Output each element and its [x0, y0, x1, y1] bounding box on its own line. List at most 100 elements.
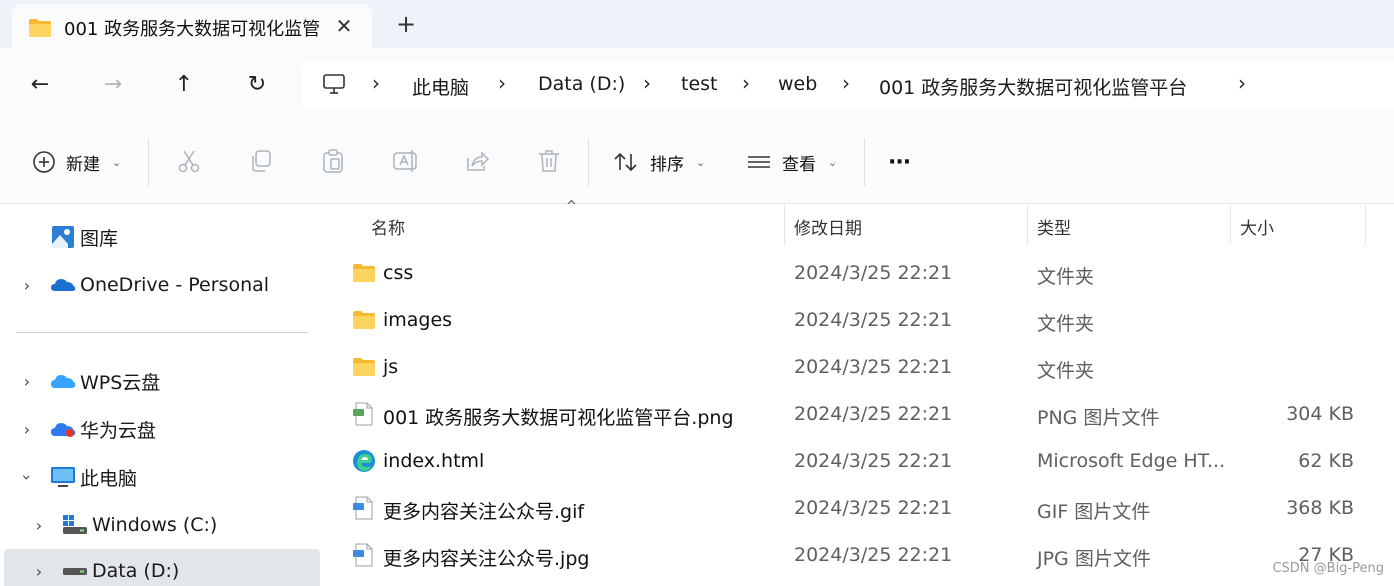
- file-name: js: [383, 356, 399, 378]
- chevron-right-icon[interactable]: ›: [643, 71, 651, 95]
- column-divider[interactable]: [1027, 205, 1028, 245]
- command-bar: 新建 ⌄ 排序 ⌄ 查看 ⌄ ···: [0, 120, 1394, 204]
- chevron-right-icon[interactable]: ›: [20, 420, 34, 439]
- sidebar-item-this-pc[interactable]: › 此电脑: [4, 455, 320, 499]
- sort-icon: [614, 152, 637, 172]
- chevron-right-icon[interactable]: ›: [20, 372, 34, 391]
- chevron-right-icon[interactable]: ›: [842, 71, 850, 95]
- divider: [588, 138, 589, 186]
- sort-label: 排序: [650, 154, 684, 175]
- chevron-right-icon[interactable]: ›: [1238, 71, 1246, 95]
- chevron-down-icon: ⌄: [696, 155, 706, 169]
- sidebar-divider: [16, 332, 308, 333]
- breadcrumb-item[interactable]: test: [681, 73, 718, 95]
- file-modified: 2024/3/25 22:21: [794, 262, 953, 284]
- file-name: css: [383, 262, 414, 284]
- file-size: 62 KB: [1298, 450, 1354, 472]
- column-divider[interactable]: [1230, 205, 1231, 245]
- address-bar[interactable]: › 此电脑 › Data (D:) › test › web › 001 政务服…: [302, 61, 1394, 109]
- file-name: 001 政务服务大数据可视化监管平台.png: [383, 407, 734, 429]
- edge-icon: [353, 450, 375, 472]
- tab-bar: 001 政务服务大数据可视化监管 ✕ +: [0, 0, 1394, 48]
- file-type: Microsoft Edge HT...: [1037, 450, 1226, 472]
- column-divider[interactable]: [1365, 205, 1366, 245]
- file-type: 文件夹: [1037, 360, 1095, 382]
- share-icon[interactable]: [464, 148, 490, 174]
- column-divider[interactable]: [784, 205, 785, 245]
- file-type: 文件夹: [1037, 266, 1095, 288]
- column-header-type[interactable]: 类型: [1037, 205, 1071, 245]
- chevron-right-icon[interactable]: ›: [20, 276, 34, 295]
- computer-icon[interactable]: [322, 73, 346, 95]
- file-row[interactable]: js 2024/3/25 22:21 文件夹: [324, 345, 1394, 392]
- sidebar-item-huawei-cloud[interactable]: › 华为云盘: [4, 407, 320, 451]
- file-row[interactable]: images 2024/3/25 22:21 文件夹: [324, 298, 1394, 345]
- breadcrumb-item[interactable]: 001 政务服务大数据可视化监管平台: [879, 73, 1187, 100]
- chevron-down-icon[interactable]: ›: [18, 470, 37, 484]
- gif-file-icon: [353, 496, 373, 520]
- file-row[interactable]: 001 政务服务大数据可视化监管平台.png 2024/3/25 22:21 P…: [324, 392, 1394, 439]
- folder-icon: [353, 264, 375, 282]
- sidebar-item-label: 华为云盘: [80, 419, 157, 442]
- rename-icon[interactable]: [392, 148, 418, 174]
- png-file-icon: [353, 402, 373, 426]
- forward-button[interactable]: →: [97, 68, 129, 100]
- navigation-bar: ← → ↑ ↻ › 此电脑 › Data (D:) › test › web ›…: [0, 48, 1394, 120]
- more-options-icon[interactable]: ···: [888, 146, 911, 178]
- drive-icon: [63, 515, 87, 534]
- tab-title: 001 政务服务大数据可视化监管: [64, 19, 321, 40]
- sidebar-item-onedrive[interactable]: › OneDrive - Personal: [4, 263, 320, 307]
- wps-cloud-icon: [51, 375, 76, 388]
- onedrive-icon: [51, 279, 76, 291]
- column-header-modified[interactable]: 修改日期: [794, 205, 862, 245]
- new-tab-button[interactable]: +: [392, 10, 420, 38]
- file-modified: 2024/3/25 22:21: [794, 356, 953, 378]
- folder-icon: [29, 19, 51, 37]
- up-button[interactable]: ↑: [168, 68, 200, 100]
- sidebar-item-gallery[interactable]: 图库: [4, 215, 320, 259]
- file-row[interactable]: css 2024/3/25 22:21 文件夹: [324, 251, 1394, 298]
- huawei-cloud-icon: [51, 423, 76, 437]
- copy-icon[interactable]: [248, 148, 274, 174]
- gallery-icon: [52, 226, 74, 248]
- sidebar-item-label: OneDrive - Personal: [80, 274, 270, 296]
- chevron-right-icon[interactable]: ›: [32, 516, 46, 535]
- sidebar-item-windows-c[interactable]: › Windows (C:): [4, 503, 320, 547]
- file-name: images: [383, 309, 453, 331]
- chevron-right-icon[interactable]: ›: [372, 71, 380, 95]
- breadcrumb-item[interactable]: 此电脑: [412, 73, 469, 100]
- new-button[interactable]: 新建 ⌄: [32, 146, 121, 178]
- chevron-right-icon[interactable]: ›: [498, 71, 506, 95]
- cut-icon[interactable]: [176, 148, 202, 174]
- file-modified: 2024/3/25 22:21: [794, 309, 953, 331]
- file-row[interactable]: 更多内容关注公众号.gif 2024/3/25 22:21 GIF 图片文件 3…: [324, 486, 1394, 533]
- refresh-button[interactable]: ↻: [241, 68, 273, 100]
- sidebar-item-label: WPS云盘: [80, 371, 161, 394]
- file-row[interactable]: index.html 2024/3/25 22:21 Microsoft Edg…: [324, 439, 1394, 486]
- file-name: index.html: [383, 450, 485, 472]
- file-row[interactable]: 更多内容关注公众号.jpg 2024/3/25 22:21 JPG 图片文件 2…: [324, 533, 1394, 580]
- view-button[interactable]: 查看 ⌄: [746, 146, 837, 178]
- drive-icon: [63, 568, 87, 575]
- file-type: 文件夹: [1037, 313, 1095, 335]
- sort-button[interactable]: 排序 ⌄: [612, 146, 705, 178]
- delete-icon[interactable]: [536, 148, 562, 174]
- chevron-down-icon: ⌄: [828, 155, 838, 169]
- paste-icon[interactable]: [320, 148, 346, 174]
- chevron-right-icon[interactable]: ›: [32, 562, 46, 581]
- chevron-right-icon[interactable]: ›: [742, 71, 750, 95]
- sidebar-item-wps-cloud[interactable]: › WPS云盘: [4, 359, 320, 403]
- divider: [864, 138, 865, 186]
- close-tab-icon[interactable]: ✕: [330, 12, 358, 40]
- divider: [148, 138, 149, 186]
- column-header-name[interactable]: 名称: [371, 205, 405, 245]
- sidebar-item-data-d[interactable]: › Data (D:): [4, 549, 320, 586]
- view-label: 查看: [782, 154, 816, 175]
- back-button[interactable]: ←: [24, 68, 56, 100]
- view-lines-icon: [748, 156, 770, 168]
- breadcrumb-item[interactable]: Data (D:): [538, 73, 625, 95]
- tab-active[interactable]: 001 政务服务大数据可视化监管 ✕: [12, 4, 372, 48]
- column-header-size[interactable]: 大小: [1240, 205, 1274, 245]
- folder-icon: [353, 311, 375, 329]
- breadcrumb-item[interactable]: web: [778, 73, 817, 95]
